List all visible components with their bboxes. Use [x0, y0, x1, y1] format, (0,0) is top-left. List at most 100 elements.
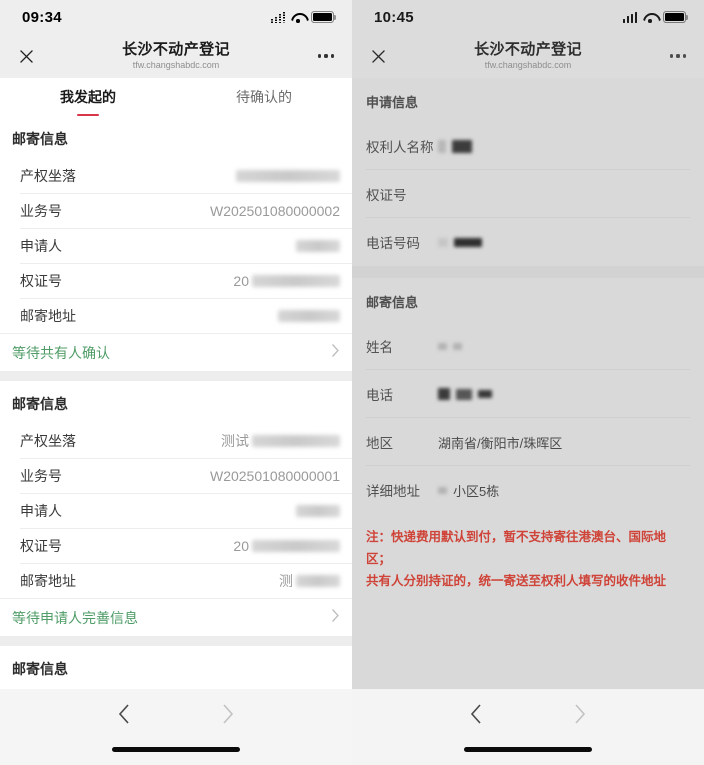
table-row: 邮寄地址	[0, 298, 352, 333]
status-bar-icons	[622, 11, 689, 23]
row-label: 申请人	[20, 502, 62, 519]
left-phone-screen: 09:34 长沙不动产登记 tfw.changshabdc.com 我发起的 待…	[0, 0, 352, 765]
battery-icon	[663, 11, 689, 23]
chevron-left-icon[interactable]	[117, 703, 131, 730]
close-icon[interactable]	[352, 34, 404, 78]
chevron-left-icon[interactable]	[469, 703, 483, 730]
close-icon[interactable]	[0, 34, 52, 78]
right-bottom-nav	[352, 689, 704, 765]
chevron-right-icon[interactable]	[573, 703, 587, 730]
tab-pending-confirmation[interactable]: 待确认的	[176, 78, 352, 116]
chevron-right-icon	[331, 343, 340, 362]
row-value-redacted	[296, 504, 340, 517]
dual-screenshot-container: 09:34 长沙不动产登记 tfw.changshabdc.com 我发起的 待…	[0, 0, 704, 765]
form-row-recipient-phone: 电话	[352, 370, 704, 418]
form-row-rightholder-name: 权利人名称	[352, 122, 704, 170]
section-heading-application-info: 申请信息	[366, 95, 419, 110]
card-title: 邮寄信息	[12, 396, 68, 412]
row-label: 权证号	[20, 272, 62, 289]
home-indicator-bar	[464, 747, 592, 752]
page-title: 长沙不动产登记	[474, 41, 582, 58]
left-bottom-nav	[0, 689, 352, 765]
field-label: 权证号	[366, 188, 407, 203]
field-value: 湖南省/衡阳市/珠晖区	[438, 435, 563, 451]
form-row-recipient-name: 姓名	[352, 322, 704, 370]
tab-bar: 我发起的 待确认的	[0, 78, 352, 116]
left-nav-bar: 长沙不动产登记 tfw.changshabdc.com	[0, 34, 352, 78]
status-bar-icons	[270, 11, 337, 23]
page-subtitle-url: tfw.changshabdc.com	[132, 60, 220, 70]
form-row-detailed-address: 详细地址 小区5栋	[352, 466, 704, 514]
more-options-icon[interactable]	[652, 34, 704, 78]
chevron-right-icon[interactable]	[221, 703, 235, 730]
field-label: 电话	[366, 388, 393, 403]
field-label: 详细地址	[366, 484, 420, 499]
table-row: 申请人	[0, 493, 352, 528]
row-value-prefix: 20	[233, 537, 249, 554]
left-status-bar: 09:34	[0, 0, 352, 34]
row-value-prefix: 测试	[221, 432, 249, 449]
row-label: 权证号	[20, 537, 62, 554]
section-divider	[352, 266, 704, 278]
row-value-redacted	[236, 169, 340, 182]
tab-my-submissions[interactable]: 我发起的	[0, 78, 176, 116]
row-value-prefix: 20	[233, 272, 249, 289]
status-badge: 等待申请人完善信息	[12, 609, 138, 626]
row-value-prefix: 测	[279, 572, 293, 589]
mailing-info-card: 邮寄信息 产权坐落 业务号 W202501080000002 申请人 权证号 2…	[0, 116, 352, 371]
table-row: 产权坐落 测试	[0, 423, 352, 458]
field-value-redacted	[438, 342, 462, 350]
row-value-redacted	[296, 239, 340, 252]
row-value-redacted	[278, 309, 340, 322]
form-row-phone-number: 电话号码	[352, 218, 704, 266]
card-status-row[interactable]: 等待申请人完善信息	[0, 598, 352, 636]
table-row: 权证号 20	[0, 263, 352, 298]
table-row: 申请人	[0, 228, 352, 263]
status-badge: 等待共有人确认	[12, 344, 110, 361]
row-value: W202501080000001	[209, 467, 340, 484]
row-label: 申请人	[20, 237, 62, 254]
shipping-notice: 注：快递费用默认到付，暂不支持寄往港澳台、国际地区； 共有人分别持证的，统一寄送…	[352, 514, 704, 602]
field-value-redacted	[438, 237, 482, 247]
row-label: 业务号	[20, 202, 62, 219]
battery-icon	[311, 11, 337, 23]
page-subtitle-url: tfw.changshabdc.com	[484, 60, 572, 70]
right-nav-bar: 长沙不动产登记 tfw.changshabdc.com	[352, 34, 704, 78]
field-label: 姓名	[366, 340, 393, 355]
more-options-icon[interactable]	[300, 34, 352, 78]
field-label: 地区	[366, 436, 393, 451]
tab-label: 待确认的	[236, 89, 292, 105]
field-label: 电话号码	[366, 236, 420, 251]
right-scroll-area[interactable]: 申请信息 权利人名称 权证号 电话号码 邮寄信息 姓名 电话 地区 湖南省/衡阳…	[352, 78, 704, 689]
chevron-right-icon	[331, 608, 340, 627]
table-row: 邮寄地址 测	[0, 563, 352, 598]
card-title: 邮寄信息	[12, 661, 68, 677]
form-row-region: 地区 湖南省/衡阳市/珠晖区	[352, 418, 704, 466]
row-value-redacted: 20	[233, 538, 340, 554]
left-scroll-area[interactable]: 邮寄信息 产权坐落 业务号 W202501080000002 申请人 权证号 2…	[0, 116, 352, 689]
table-row: 业务号 W202501080000001	[0, 458, 352, 493]
row-value-redacted: 20	[233, 273, 340, 289]
wifi-icon	[643, 12, 657, 23]
row-label: 产权坐落	[20, 432, 76, 449]
right-status-bar: 10:45	[352, 0, 704, 34]
home-indicator-bar	[112, 747, 240, 752]
browser-nav-arrows	[0, 689, 352, 730]
signal-bars-dotted-icon	[270, 11, 285, 23]
mailing-info-card: 邮寄信息 产权坐落 测试 业务号 W202501080000001 申请人 权证…	[0, 381, 352, 636]
table-row: 权证号 20	[0, 528, 352, 563]
field-label: 权利人名称	[366, 140, 434, 155]
field-value-redacted: 小区5栋	[438, 481, 499, 500]
row-label: 产权坐落	[20, 167, 76, 184]
form-row-certificate-number: 权证号	[352, 170, 704, 218]
row-value-redacted: 测	[279, 571, 340, 591]
field-value-redacted	[438, 139, 472, 153]
row-label: 邮寄地址	[20, 572, 76, 589]
table-row: 业务号 W202501080000002	[0, 193, 352, 228]
row-label: 邮寄地址	[20, 307, 76, 324]
field-value-text: 小区5栋	[453, 483, 500, 499]
right-phone-screen: 10:45 长沙不动产登记 tfw.changshabdc.com 申请信息 权…	[352, 0, 704, 765]
mailing-info-card: 邮寄信息 产权坐落 测试楼盘	[0, 646, 352, 689]
tab-label: 我发起的	[60, 89, 116, 105]
card-status-row[interactable]: 等待共有人确认	[0, 333, 352, 371]
